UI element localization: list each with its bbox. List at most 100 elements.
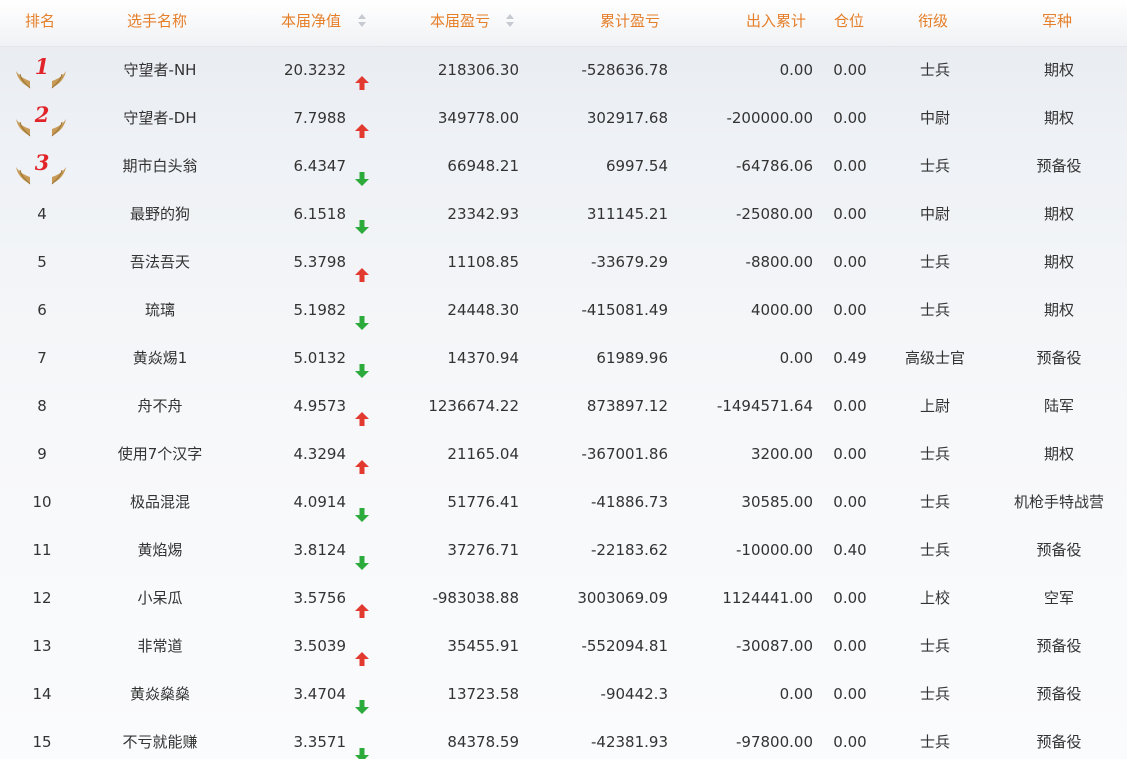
table-row[interactable]: 15 不亏就能赚 3.3571 84378.59 -42381.93 -97800.00 0… [0, 718, 1127, 759]
table-row[interactable]: 14 黄焱燊燊 3.4704 13723.58 -90442.3 0.00 0.00 士兵 预备… [0, 670, 1127, 718]
player-name[interactable]: 不亏就能赚 [84, 718, 236, 759]
table-row[interactable]: 7 黄焱焬1 5.0132 14370.94 61989.96 0.00 0.49 高级士官 预… [0, 334, 1127, 382]
military-arm: 预备役 [1036, 349, 1082, 367]
player-name[interactable]: 守望者-DH [84, 94, 236, 142]
position-ratio: 0.00 [833, 589, 867, 607]
military-rank: 士兵 [919, 253, 950, 271]
cash-flow: 1124441.00 [722, 589, 813, 607]
table-row[interactable]: 1 守望者-NH 20.3232 218306.30 -528636.78 0.00 0.0… [0, 46, 1127, 94]
player-name[interactable]: 非常道 [84, 622, 236, 670]
table-row[interactable]: 9 使用7个汉字 4.3294 21165.04 -367001.86 3200.00 0.… [0, 430, 1127, 478]
military-arm: 期权 [1043, 109, 1074, 127]
military-rank: 上尉 [919, 397, 950, 415]
military-rank: 士兵 [919, 61, 950, 79]
table-row[interactable]: 4 最野的狗 6.1518 23342.93 311145.21 -25080.00 0.0… [0, 190, 1127, 238]
trend-cell [354, 478, 372, 526]
trend-cell [354, 430, 372, 478]
nav-value: 4.3294 [293, 445, 347, 463]
player-name[interactable]: 黄焰焬 [84, 526, 236, 574]
header-total-profit: 累计盈亏 [600, 12, 661, 30]
table-row[interactable]: 12 小呆瓜 3.5756 -983038.88 3003069.09 1124441.0… [0, 574, 1127, 622]
player-name[interactable]: 黄焱燊燊 [84, 670, 236, 718]
nav-value: 4.0914 [293, 493, 347, 511]
player-name[interactable]: 守望者-NH [84, 46, 236, 94]
table-row[interactable]: 8 舟不舟 4.9573 1236674.22 873897.12 -1494571.64… [0, 382, 1127, 430]
position-ratio: 0.00 [833, 733, 867, 751]
table-row[interactable]: 2 守望者-DH 7.7988 349778.00 302917.68 -200000.0… [0, 94, 1127, 142]
arrow-down-icon [354, 158, 370, 186]
player-name[interactable]: 舟不舟 [84, 382, 236, 430]
table-row[interactable]: 6 琉璃 5.1982 24448.30 -415081.49 4000.00 0.00 士兵… [0, 286, 1127, 334]
table-row[interactable]: 11 黄焰焬 3.8124 37276.71 -22183.62 -10000.00 0.4… [0, 526, 1127, 574]
rank-cell: 3 [0, 142, 84, 190]
trend-cell [354, 142, 372, 190]
position-ratio: 0.00 [833, 685, 867, 703]
arrow-down-icon [354, 494, 370, 522]
total-profit: 873897.12 [586, 397, 668, 415]
header-rank: 排名 [25, 12, 56, 30]
total-profit: -33679.29 [591, 253, 668, 271]
military-rank: 上校 [919, 589, 950, 607]
table-header: 排名 选手名称 本届净值 本届盈亏 累计盈亏 出入累计 仓位 衔级 军种 [0, 0, 1127, 47]
trend-cell [354, 334, 372, 382]
player-name[interactable]: 琉璃 [84, 286, 236, 334]
rank-cell: 5 [37, 253, 47, 271]
current-profit: 51776.41 [447, 493, 519, 511]
rank-cell: 9 [37, 445, 47, 463]
military-arm: 预备役 [1036, 733, 1082, 751]
total-profit: 3003069.09 [577, 589, 668, 607]
arrow-up-icon [354, 254, 370, 282]
table-row[interactable]: 3 期市白头翁 6.4347 66948.21 6997.54 -64786.06 0.00… [0, 142, 1127, 190]
rank-cell: 8 [37, 397, 47, 415]
header-profit[interactable]: 本届盈亏 [430, 0, 490, 42]
military-arm: 预备役 [1036, 541, 1082, 559]
table-row[interactable]: 5 吾法吾天 5.3798 11108.85 -33679.29 -8800.00 0.00… [0, 238, 1127, 286]
current-profit: 35455.91 [447, 637, 519, 655]
table-row[interactable]: 13 非常道 3.5039 35455.91 -552094.81 -30087.00 0.… [0, 622, 1127, 670]
military-arm: 陆军 [1043, 397, 1074, 415]
player-name[interactable]: 小呆瓜 [84, 574, 236, 622]
arrow-up-icon [354, 62, 370, 90]
rank-cell: 14 [32, 685, 52, 703]
player-name[interactable]: 极品混混 [84, 478, 236, 526]
military-rank: 士兵 [919, 685, 950, 703]
military-rank: 士兵 [919, 157, 950, 175]
arrow-down-icon [354, 542, 370, 570]
rank-medal-icon: 3 [15, 150, 69, 185]
military-arm: 机枪手特战营 [1013, 493, 1104, 511]
position-ratio: 0.00 [833, 253, 867, 271]
current-profit: 218306.30 [437, 61, 519, 79]
military-rank: 中尉 [919, 205, 950, 223]
trend-cell [354, 574, 372, 622]
rank-cell: 4 [37, 205, 47, 223]
player-name[interactable]: 吾法吾天 [84, 238, 236, 286]
player-name[interactable]: 最野的狗 [84, 190, 236, 238]
header-nav[interactable]: 本届净值 [281, 0, 341, 42]
military-arm: 期权 [1043, 61, 1074, 79]
nav-value: 6.4347 [293, 157, 347, 175]
player-name[interactable]: 期市白头翁 [84, 142, 236, 190]
current-profit: 14370.94 [447, 349, 519, 367]
rank-cell: 6 [37, 301, 47, 319]
cash-flow: 3200.00 [750, 445, 813, 463]
rank-cell: 7 [37, 349, 47, 367]
header-cash-flow: 出入累计 [746, 12, 807, 30]
table-row[interactable]: 10 极品混混 4.0914 51776.41 -41886.73 30585.00 0.0… [0, 478, 1127, 526]
position-ratio: 0.00 [833, 637, 867, 655]
military-arm: 预备役 [1036, 685, 1082, 703]
nav-value: 20.3232 [283, 61, 346, 79]
rank-number: 1 [34, 54, 50, 79]
arrow-up-icon [354, 638, 370, 666]
player-name[interactable]: 黄焱焬1 [84, 334, 236, 382]
current-profit: 24448.30 [447, 301, 519, 319]
sort-nav-icon[interactable] [357, 0, 367, 42]
position-ratio: 0.00 [833, 61, 867, 79]
player-name[interactable]: 使用7个汉字 [84, 430, 236, 478]
total-profit: -41886.73 [591, 493, 668, 511]
position-ratio: 0.00 [833, 205, 867, 223]
military-arm: 预备役 [1036, 157, 1082, 175]
sort-profit-icon[interactable] [505, 0, 515, 42]
arrow-down-icon [354, 302, 370, 330]
current-profit: -983038.88 [432, 589, 519, 607]
header-position: 仓位 [834, 12, 865, 30]
